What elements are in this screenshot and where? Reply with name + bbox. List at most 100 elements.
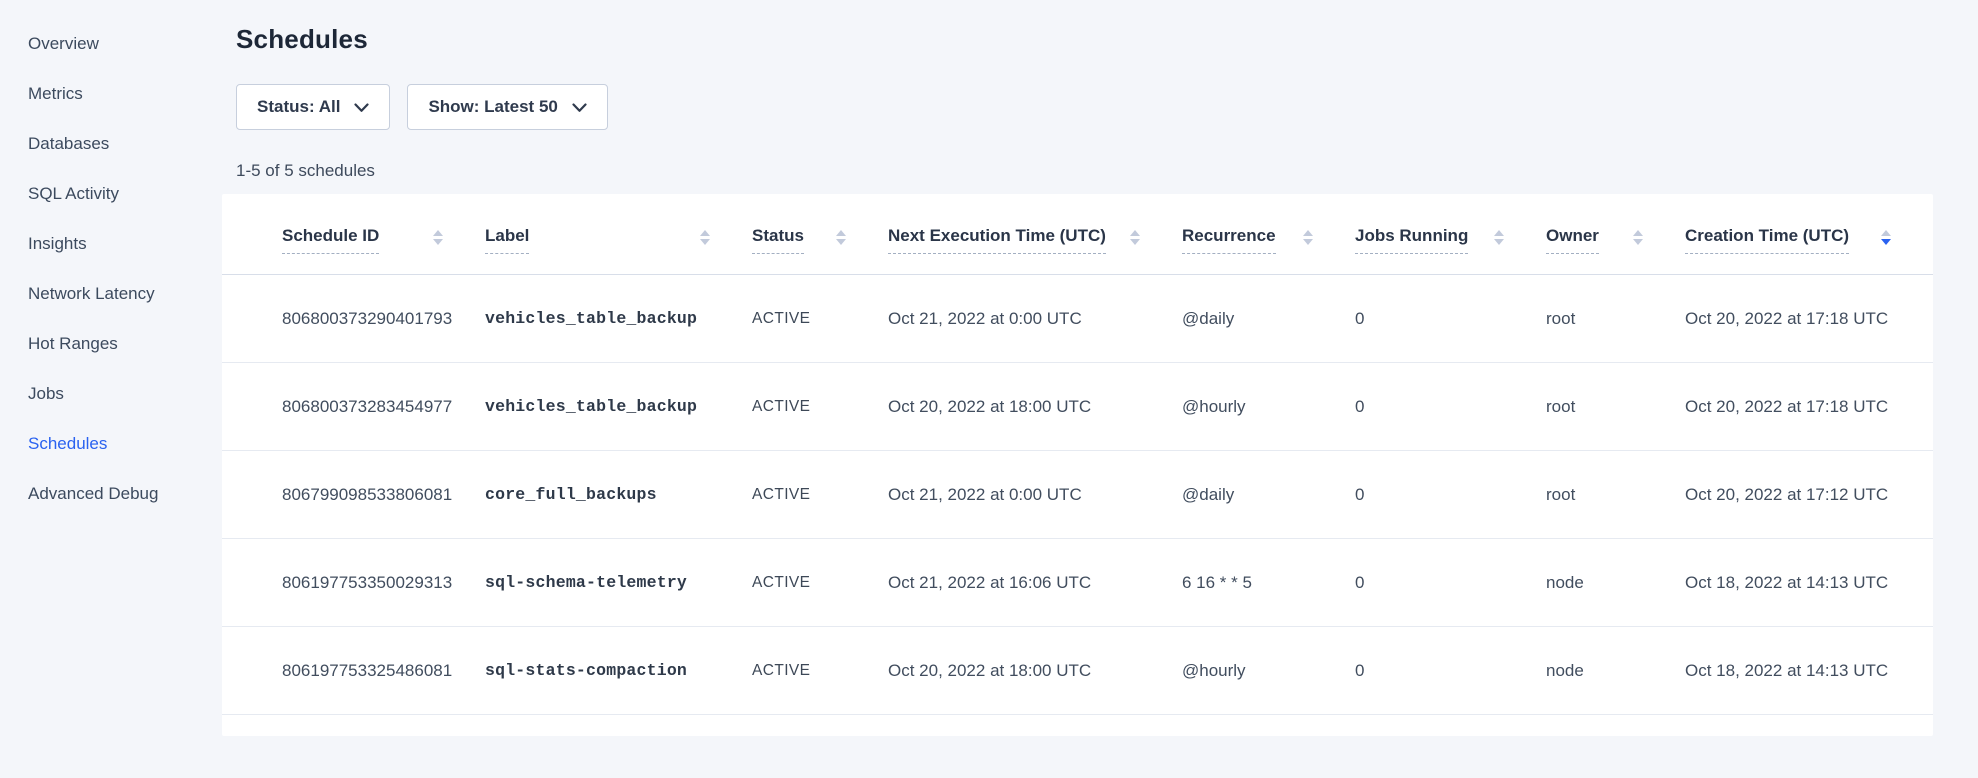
sort-asc-icon [433, 230, 443, 236]
sidebar-item-insights[interactable]: Insights [28, 234, 222, 254]
table-body: 806800373290401793vehicles_table_backupA… [222, 275, 1933, 715]
cell-recurrence: @hourly [1182, 363, 1355, 451]
cell-id: 806799098533806081 [222, 451, 485, 539]
cell-status: ACTIVE [752, 451, 888, 539]
sidebar-item-overview[interactable]: Overview [28, 34, 222, 54]
filter-bar: Status: All Show: Latest 50 [236, 84, 1933, 130]
sort-icons [700, 230, 710, 250]
sort-asc-icon [1881, 230, 1891, 236]
column-header-creation-time-utc[interactable]: Creation Time (UTC) [1685, 194, 1933, 275]
cell-creation-time: Oct 20, 2022 at 17:18 UTC [1685, 275, 1933, 363]
sort-icons [1881, 230, 1891, 250]
sort-icons [1494, 230, 1504, 250]
sort-icons [1303, 230, 1313, 250]
sort-icons [433, 230, 443, 250]
sidebar-item-network-latency[interactable]: Network Latency [28, 284, 222, 304]
column-title: Schedule ID [282, 226, 379, 254]
schedules-table-card: Schedule ID Label Status Next Execution Tim… [222, 194, 1933, 736]
cell-recurrence: @hourly [1182, 627, 1355, 715]
column-header-label[interactable]: Label [485, 194, 752, 275]
sort-desc-icon [1633, 239, 1643, 245]
cell-jobs-running: 0 [1355, 451, 1546, 539]
cell-label: vehicles_table_backup [485, 363, 752, 451]
column-title: Status [752, 226, 804, 254]
sidebar-item-advanced-debug[interactable]: Advanced Debug [28, 484, 222, 504]
column-title: Recurrence [1182, 226, 1276, 254]
cell-owner: root [1546, 275, 1685, 363]
column-header-schedule-id[interactable]: Schedule ID [222, 194, 485, 275]
sidebar-item-sql-activity[interactable]: SQL Activity [28, 184, 222, 204]
status-filter-label: Status: All [257, 97, 340, 117]
status-filter-dropdown[interactable]: Status: All [236, 84, 390, 130]
chevron-down-icon [354, 103, 369, 113]
cell-label: vehicles_table_backup [485, 275, 752, 363]
sidebar-item-hot-ranges[interactable]: Hot Ranges [28, 334, 222, 354]
sort-desc-icon [700, 239, 710, 245]
cell-status: ACTIVE [752, 539, 888, 627]
sidebar-item-databases[interactable]: Databases [28, 134, 222, 154]
cell-jobs-running: 0 [1355, 275, 1546, 363]
cell-next-execution: Oct 20, 2022 at 18:00 UTC [888, 363, 1182, 451]
sort-desc-icon [1494, 239, 1504, 245]
column-header-owner[interactable]: Owner [1546, 194, 1685, 275]
cell-jobs-running: 0 [1355, 363, 1546, 451]
sidebar-item-schedules[interactable]: Schedules [28, 434, 222, 454]
column-title: Jobs Running [1355, 226, 1468, 254]
cell-recurrence: 6 16 * * 5 [1182, 539, 1355, 627]
cell-jobs-running: 0 [1355, 627, 1546, 715]
sidebar-item-jobs[interactable]: Jobs [28, 384, 222, 404]
show-filter-dropdown[interactable]: Show: Latest 50 [407, 84, 607, 130]
schedules-table: Schedule ID Label Status Next Execution Tim… [222, 194, 1933, 715]
column-header-recurrence[interactable]: Recurrence [1182, 194, 1355, 275]
cell-next-execution: Oct 21, 2022 at 0:00 UTC [888, 275, 1182, 363]
table-row: 806197753325486081sql-stats-compactionAC… [222, 627, 1933, 715]
cell-status: ACTIVE [752, 627, 888, 715]
column-title: Creation Time (UTC) [1685, 226, 1849, 254]
cell-status: ACTIVE [752, 275, 888, 363]
cell-owner: node [1546, 627, 1685, 715]
column-header-status[interactable]: Status [752, 194, 888, 275]
cell-next-execution: Oct 21, 2022 at 0:00 UTC [888, 451, 1182, 539]
page-title: Schedules [236, 24, 1933, 55]
column-title: Label [485, 226, 529, 254]
cell-jobs-running: 0 [1355, 539, 1546, 627]
cell-owner: root [1546, 363, 1685, 451]
sort-asc-icon [1633, 230, 1643, 236]
sort-desc-icon [1130, 239, 1140, 245]
cell-label: sql-stats-compaction [485, 627, 752, 715]
sort-asc-icon [700, 230, 710, 236]
cell-id: 806800373290401793 [222, 275, 485, 363]
cell-status: ACTIVE [752, 363, 888, 451]
sort-icons [1130, 230, 1140, 250]
cell-creation-time: Oct 20, 2022 at 17:18 UTC [1685, 363, 1933, 451]
table-header-row: Schedule ID Label Status Next Execution Tim… [222, 194, 1933, 275]
column-header-jobs-running[interactable]: Jobs Running [1355, 194, 1546, 275]
column-title: Next Execution Time (UTC) [888, 226, 1106, 254]
cell-next-execution: Oct 21, 2022 at 16:06 UTC [888, 539, 1182, 627]
column-title: Owner [1546, 226, 1599, 254]
column-header-next-execution-time-utc[interactable]: Next Execution Time (UTC) [888, 194, 1182, 275]
cell-owner: node [1546, 539, 1685, 627]
table-row: 806800373290401793vehicles_table_backupA… [222, 275, 1933, 363]
main-content: Schedules Status: All Show: Latest 50 1-… [222, 0, 1978, 778]
sort-desc-icon [1303, 239, 1313, 245]
sort-asc-icon [1130, 230, 1140, 236]
sort-asc-icon [836, 230, 846, 236]
results-count: 1-5 of 5 schedules [236, 161, 1933, 181]
sidebar-nav: Overview Metrics Databases SQL Activity Insi… [0, 0, 222, 778]
cell-creation-time: Oct 18, 2022 at 14:13 UTC [1685, 539, 1933, 627]
cell-next-execution: Oct 20, 2022 at 18:00 UTC [888, 627, 1182, 715]
table-row: 806197753350029313sql-schema-telemetryAC… [222, 539, 1933, 627]
table-row: 806800373283454977vehicles_table_backupA… [222, 363, 1933, 451]
cell-creation-time: Oct 18, 2022 at 14:13 UTC [1685, 627, 1933, 715]
sort-icons [1633, 230, 1643, 250]
cell-label: sql-schema-telemetry [485, 539, 752, 627]
cell-creation-time: Oct 20, 2022 at 17:12 UTC [1685, 451, 1933, 539]
cell-recurrence: @daily [1182, 451, 1355, 539]
sort-desc-icon [433, 239, 443, 245]
sidebar-item-metrics[interactable]: Metrics [28, 84, 222, 104]
sort-icons [836, 230, 846, 250]
cell-id: 806197753350029313 [222, 539, 485, 627]
cell-recurrence: @daily [1182, 275, 1355, 363]
chevron-down-icon [572, 103, 587, 113]
